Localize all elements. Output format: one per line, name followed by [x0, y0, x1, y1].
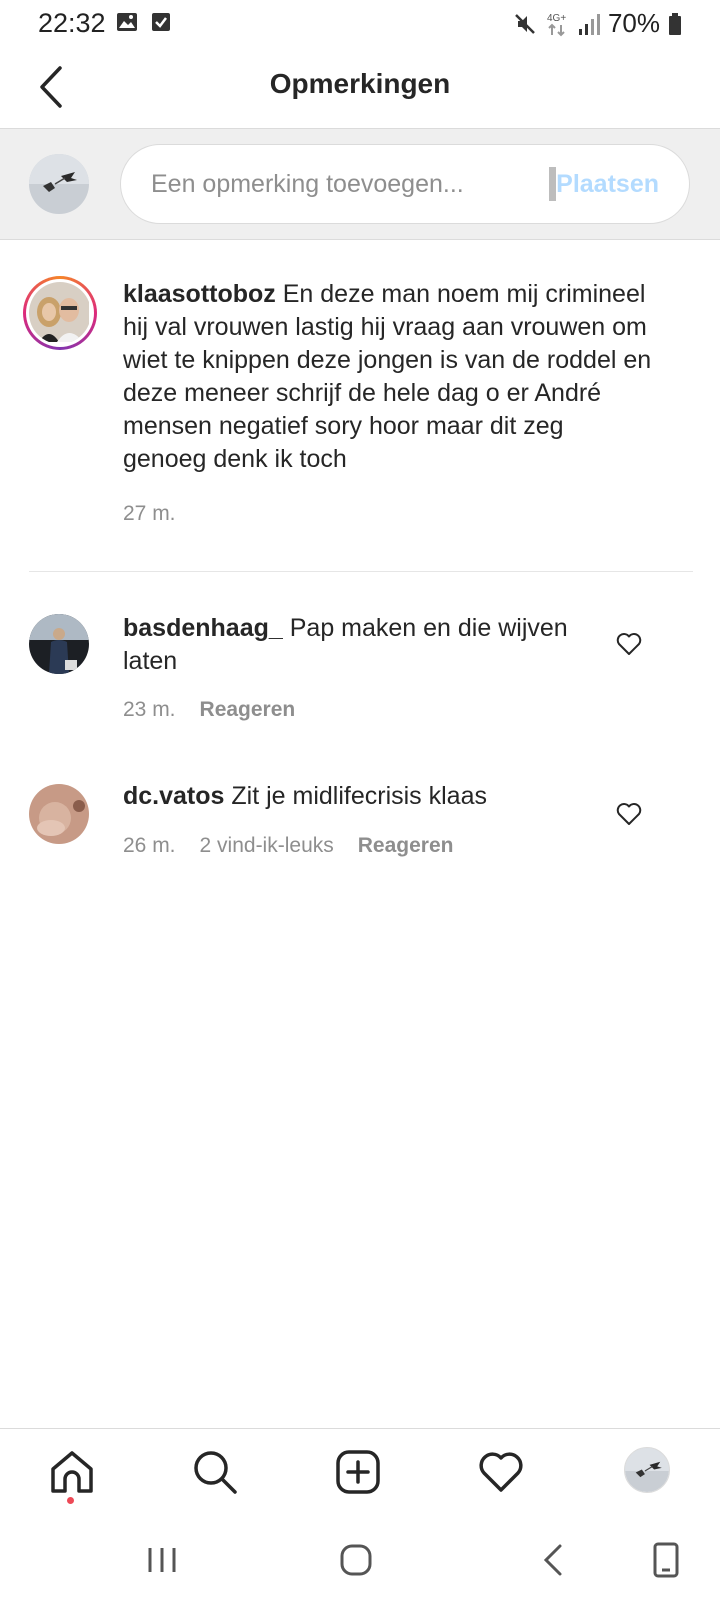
- avatar[interactable]: [29, 614, 89, 674]
- screen-rotate-button[interactable]: [646, 1540, 686, 1580]
- comment-input-container: Plaatsen: [120, 144, 690, 224]
- comment-body: En deze man noem mij crimineel hij val v…: [123, 280, 652, 473]
- svg-text:4G+: 4G+: [547, 13, 566, 24]
- status-notification-icons: [116, 11, 172, 33]
- comment-item: basdenhaag_ Pap maken en die wijven late…: [0, 572, 720, 742]
- current-user-avatar: [29, 154, 89, 214]
- comment-text-block: dc.vatos Zit je midlifecrisis klaas: [123, 780, 593, 813]
- post-button[interactable]: Plaatsen: [556, 145, 659, 223]
- comment-body: Zit je midlifecrisis klaas: [231, 782, 487, 810]
- status-system-icons: 4G+ 70%: [512, 8, 682, 39]
- reply-button[interactable]: Reageren: [200, 698, 296, 722]
- header: Opmerkingen: [0, 46, 720, 128]
- reply-button[interactable]: Reageren: [358, 834, 454, 858]
- search-icon: [194, 1451, 237, 1494]
- comment-time: 27 m.: [123, 502, 176, 525]
- username[interactable]: basdenhaag_: [123, 614, 283, 642]
- bottom-navigation: [0, 1428, 720, 1518]
- username[interactable]: dc.vatos: [123, 782, 224, 810]
- comment-input[interactable]: [151, 145, 531, 223]
- 4g-icon: 4G+: [547, 13, 566, 36]
- profile-avatar[interactable]: [624, 1447, 670, 1493]
- activity-heart-icon: [479, 1452, 523, 1492]
- avatar[interactable]: [29, 784, 89, 844]
- nav-home[interactable]: [47, 1447, 97, 1497]
- screen-rotate-icon: [653, 1542, 679, 1578]
- battery-percentage: 70%: [607, 8, 660, 38]
- comment-time: 23 m.: [123, 698, 176, 721]
- caption-comment: klaasottoboz En deze man noem mij crimin…: [0, 240, 720, 572]
- image-icon: [117, 13, 137, 31]
- mute-icon: [515, 13, 535, 34]
- comment-time: 26 m.: [123, 834, 176, 857]
- status-time: 22:32: [38, 8, 106, 38]
- recent-apps-button[interactable]: [142, 1540, 182, 1580]
- heart-icon[interactable]: [616, 802, 642, 826]
- comment-meta: 26 m. 2 vind-ik-leuks Reageren: [123, 834, 453, 858]
- signal-icon: [578, 13, 600, 35]
- nav-create[interactable]: [333, 1447, 383, 1497]
- text-cursor: [549, 167, 556, 201]
- battery-icon: [669, 12, 681, 35]
- comment-text-block: basdenhaag_ Pap maken en die wijven late…: [123, 612, 593, 678]
- system-home-button[interactable]: [336, 1540, 376, 1580]
- story-ring[interactable]: [23, 276, 97, 350]
- avatar: [29, 282, 91, 344]
- page-title: Opmerkingen: [269, 68, 451, 99]
- comment-item: dc.vatos Zit je midlifecrisis klaas 26 m…: [0, 742, 720, 892]
- system-back-icon: [543, 1544, 562, 1576]
- home-circle-icon: [340, 1544, 372, 1576]
- like-count[interactable]: 2 vind-ik-leuks: [200, 834, 334, 858]
- add-post-icon: [336, 1450, 380, 1494]
- nav-search[interactable]: [190, 1447, 240, 1497]
- notification-dot: [67, 1497, 74, 1504]
- status-bar: 22:32 4G+ 70%: [0, 0, 720, 46]
- recent-apps-icon: [148, 1548, 176, 1572]
- comment-composer: Plaatsen: [0, 128, 720, 240]
- comment-meta: 23 m. Reageren: [123, 698, 295, 722]
- comment-meta: 27 m.: [123, 502, 176, 526]
- caption-text-block: klaasottoboz En deze man noem mij crimin…: [123, 278, 653, 476]
- system-navigation: [0, 1518, 720, 1600]
- home-icon: [51, 1451, 93, 1493]
- checkbox-icon: [152, 13, 170, 31]
- heart-icon[interactable]: [616, 632, 642, 656]
- nav-activity[interactable]: [476, 1447, 526, 1497]
- username[interactable]: klaasottoboz: [123, 280, 276, 308]
- system-back-button[interactable]: [534, 1540, 574, 1580]
